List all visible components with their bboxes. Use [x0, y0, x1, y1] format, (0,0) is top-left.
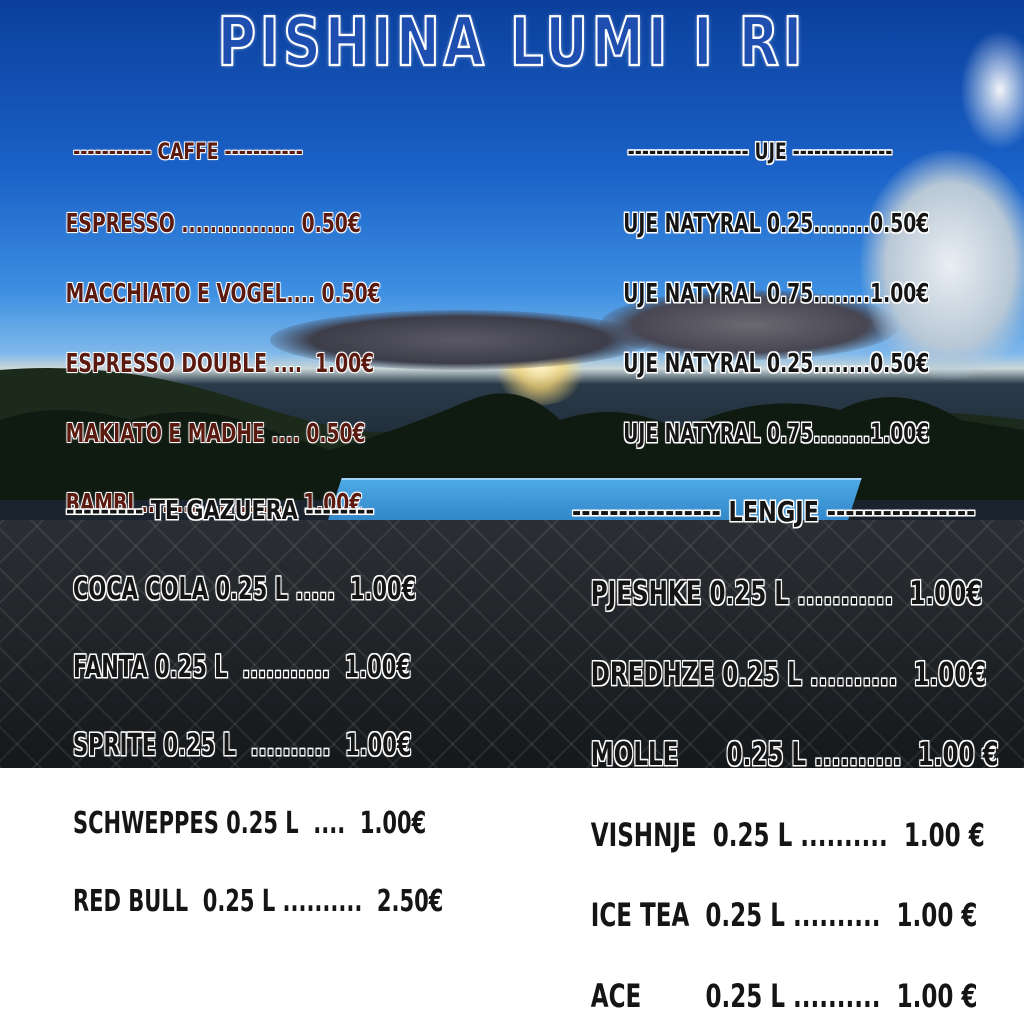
- menu-item: PJESHKE 0.25 L ........... 1.00€: [590, 574, 983, 612]
- menu-item: MACCHIATO E VOGEL.... 0.50€: [65, 279, 381, 309]
- menu-item: RED BULL 0.25 L .......... 2.50€: [73, 884, 444, 919]
- menu-item: UJE NATYRAL 0.25........0.50€: [623, 209, 930, 239]
- menu-item: VISHNJE 0.25 L .......... 1.00 €: [590, 815, 985, 854]
- menu-item: SPRITE 0.25 L .......... 1.00€: [73, 728, 412, 763]
- menu-item: MOLLE 0.25 L .......... 1.00 €: [590, 735, 999, 773]
- section-heading-caffe: ----------- CAFFE -----------: [73, 140, 303, 165]
- menu-section-lengje: ---------------- LENGJE ----------------…: [525, 452, 999, 1036]
- page-title: PISHINA LUMI I RI: [217, 2, 807, 82]
- section-heading-uje: ----------------- UJE --------------: [627, 140, 893, 165]
- menu-item: UJE NATYRAL 0.75........1.00€: [623, 279, 930, 309]
- menu-item: MAKIATO E MADHE .... 0.50€: [65, 419, 366, 449]
- menu-item: ACE 0.25 L .......... 1.00 €: [590, 976, 978, 1015]
- menu-item: COCA COLA 0.25 L ..... 1.00€: [73, 572, 417, 607]
- section-heading-te-gazuera: --------- TE GAZUERA --------: [65, 496, 375, 526]
- menu-item: DREDHZE 0.25 L .......... 1.00€: [590, 654, 987, 693]
- menu-item: ESPRESSO DOUBLE .... 1.00€: [65, 349, 375, 379]
- menu-item: SCHWEPPES 0.25 L .... 1.00€: [73, 806, 427, 841]
- menu-item: FANTA 0.25 L ........... 1.00€: [73, 650, 411, 685]
- menu-section-te-gazuera: --------- TE GAZUERA -------- COCA COLA …: [10, 452, 444, 941]
- menu-item: UJE NATYRAL 0.25........0.50€: [623, 349, 930, 379]
- section-heading-lengje: ---------------- LENGJE ----------------: [572, 495, 976, 528]
- menu-item: UJE NATYRAL 0.75........1.00€: [623, 419, 930, 449]
- menu-item: ICE TEA 0.25 L .......... 1.00 €: [590, 896, 978, 934]
- menu-section-uje: ----------------- UJE -------------- UJE…: [570, 98, 950, 469]
- menu-item: ESPRESSO ................ 0.50€: [65, 209, 361, 239]
